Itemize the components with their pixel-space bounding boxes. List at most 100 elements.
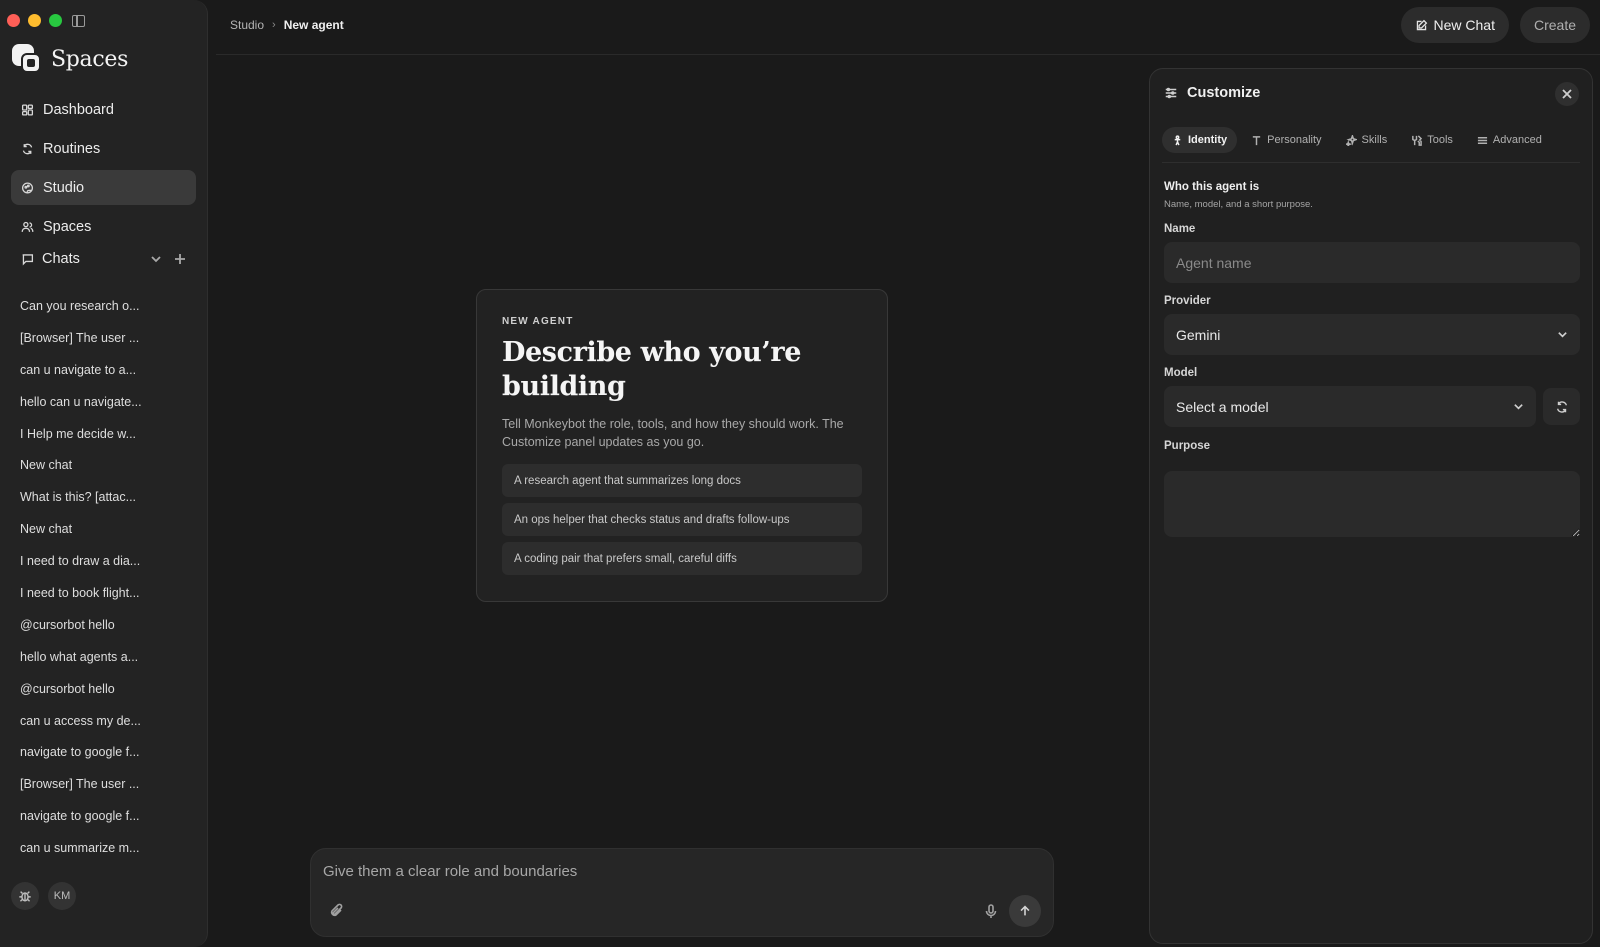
provider-select[interactable]: Gemini (1164, 314, 1580, 355)
chat-list-item[interactable]: @cursorbot hello (20, 673, 190, 705)
nav-item-spaces[interactable]: Spaces (11, 209, 196, 244)
chat-list-item[interactable]: New chat (20, 449, 190, 481)
chat-list-item[interactable]: navigate to google f... (20, 736, 190, 768)
model-label: Model (1164, 367, 1198, 379)
main-nav: Dashboard Routines Studio Spaces (11, 92, 196, 248)
section-title: Who this agent is (1164, 181, 1260, 193)
refresh-icon (1556, 400, 1567, 413)
card-eyebrow: NEW AGENT (502, 316, 574, 327)
tab-identity[interactable]: Identity (1162, 127, 1238, 153)
panel-title: Customize (1187, 85, 1261, 101)
chat-list-item[interactable]: [Browser] The user ... (20, 322, 190, 354)
nav-item-routines[interactable]: Routines (11, 131, 196, 166)
attach-button[interactable] (329, 903, 347, 921)
suggestion-list: A research agent that summarizes long do… (502, 464, 862, 575)
chat-list-item[interactable]: [Browser] The user ... (20, 768, 190, 800)
collapse-chats-button[interactable] (147, 250, 165, 268)
suggestion-research[interactable]: A research agent that summarizes long do… (502, 464, 862, 497)
chat-list-item[interactable]: can u navigate to a... (20, 354, 190, 386)
new-chat-label: New Chat (1433, 17, 1495, 33)
sidebar-footer: KM (11, 882, 76, 910)
composer-input[interactable] (323, 859, 923, 883)
purpose-label: Purpose (1164, 440, 1211, 452)
card-title: Describe who you’re building (502, 336, 862, 404)
tab-advanced[interactable]: Advanced (1467, 127, 1552, 153)
studio-icon (21, 181, 34, 194)
bug-icon (19, 891, 31, 902)
chat-list-item[interactable]: hello can u navigate... (20, 386, 190, 418)
card-title-line-1: Describe who you’re (502, 337, 801, 368)
suggestion-ops[interactable]: An ops helper that checks status and dra… (502, 503, 862, 536)
tab-label: Advanced (1492, 134, 1542, 146)
microphone-button[interactable] (983, 903, 1001, 921)
tab-skills[interactable]: Skills (1336, 127, 1398, 153)
chat-list-item[interactable]: I need to book flight... (20, 577, 190, 609)
tab-personality[interactable]: Personality (1241, 127, 1331, 153)
card-description: Tell Monkeybot the role, tools, and how … (502, 417, 844, 449)
edit-icon (1416, 19, 1427, 30)
chat-list-item[interactable]: What is this? [attac... (20, 481, 190, 513)
provider-value: Gemini (1176, 326, 1221, 343)
chat-list-item[interactable]: I need to draw a dia... (20, 545, 190, 577)
user-avatar[interactable]: KM (48, 882, 76, 910)
chat-list-item[interactable]: I Help me decide w... (20, 418, 190, 450)
tab-tools[interactable]: Tools (1401, 127, 1463, 153)
brand: Spaces (12, 44, 128, 74)
refresh-models-button[interactable] (1543, 388, 1580, 425)
model-select[interactable]: Select a model (1164, 386, 1536, 427)
wrench-icon (1412, 134, 1423, 146)
sliders-small-icon (1477, 136, 1487, 144)
text-icon (1252, 135, 1261, 145)
paperclip-icon (330, 903, 343, 917)
agent-name-input[interactable] (1164, 242, 1580, 283)
arrow-up-icon (1020, 905, 1030, 916)
new-chat-button[interactable]: New Chat (1400, 7, 1509, 43)
refresh-icon (21, 142, 34, 155)
purpose-textarea[interactable] (1164, 471, 1580, 537)
tab-label: Tools (1427, 134, 1453, 146)
dashboard-icon (21, 103, 34, 116)
chevron-down-icon (151, 256, 161, 263)
maximize-window-button[interactable] (49, 14, 62, 27)
chat-list-item[interactable]: Can you research o... (20, 290, 190, 322)
nav-item-studio[interactable]: Studio (11, 170, 196, 205)
sidebar-toggle-icon[interactable] (72, 14, 85, 27)
chat-list-item[interactable]: hello what agents a... (20, 641, 190, 673)
people-icon (21, 220, 34, 233)
chat-list-item[interactable]: navigate to google f... (20, 800, 190, 832)
chats-label: Chats (42, 251, 80, 267)
create-button[interactable]: Create (1519, 7, 1590, 43)
tab-label: Personality (1267, 134, 1322, 146)
nav-label: Routines (43, 140, 101, 157)
close-panel-button[interactable] (1555, 82, 1579, 106)
suggestion-coding[interactable]: A coding pair that prefers small, carefu… (502, 542, 862, 575)
chat-list-item[interactable]: @cursorbot hello (20, 609, 190, 641)
customize-panel: Customize Identity Personality Skills To… (1149, 68, 1593, 944)
new-chat-plus-button[interactable] (171, 250, 189, 268)
window-controls (7, 14, 85, 27)
breadcrumb-studio[interactable]: Studio (230, 18, 264, 32)
top-bar: Studio › New agent New Chat Create (216, 0, 1600, 55)
nav-item-dashboard[interactable]: Dashboard (11, 92, 196, 127)
top-actions: New Chat Create (1400, 7, 1590, 43)
panel-header: Customize (1164, 85, 1260, 101)
plus-icon (175, 254, 185, 264)
nav-label: Spaces (43, 218, 92, 235)
provider-label: Provider (1164, 295, 1211, 307)
brand-name: Spaces (51, 46, 129, 72)
new-agent-card: NEW AGENT Describe who you’re building T… (476, 289, 888, 602)
send-button[interactable] (1009, 895, 1041, 927)
composer (310, 848, 1054, 937)
chat-list-item[interactable]: New chat (20, 513, 190, 545)
minimize-window-button[interactable] (28, 14, 41, 27)
close-icon (1562, 89, 1572, 99)
panel-tabs: Identity Personality Skills Tools Advanc… (1162, 127, 1580, 163)
nav-label: Studio (43, 179, 85, 196)
bug-report-button[interactable] (11, 882, 39, 910)
nav-label: Dashboard (43, 101, 114, 118)
close-window-button[interactable] (7, 14, 20, 27)
breadcrumb: Studio › New agent (230, 18, 344, 32)
chat-list-item[interactable]: can u access my de... (20, 705, 190, 737)
tab-label: Skills (1361, 134, 1388, 146)
chat-list-item[interactable]: can u summarize m... (20, 832, 190, 864)
